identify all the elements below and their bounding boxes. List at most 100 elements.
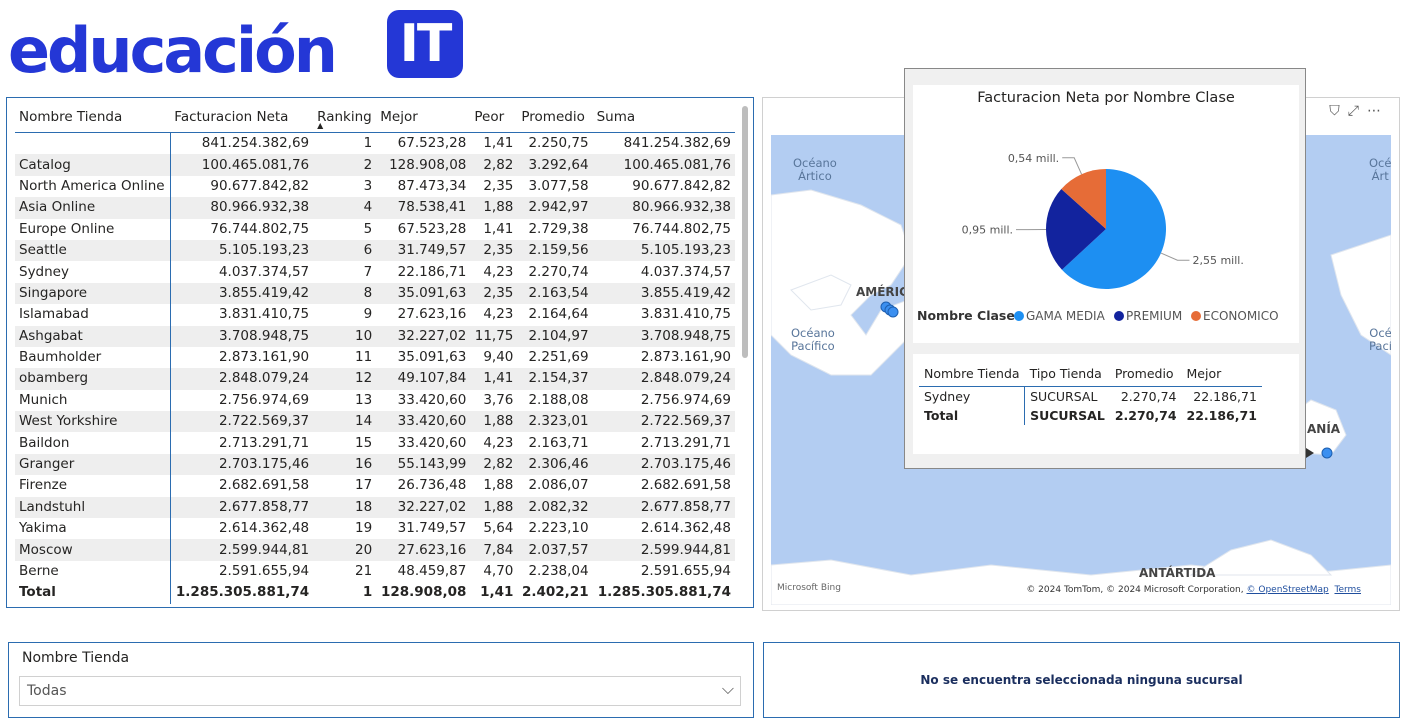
table-cell: 76.744.802,75	[632, 220, 731, 237]
table-cell: 2.873.161,90	[218, 349, 310, 366]
table-row[interactable]: obamberg 2.848.079,24 12 49.107,84 1,41 2.154…	[15, 368, 735, 390]
pie-leader-line	[1062, 157, 1082, 175]
table-row[interactable]: Sydney 4.037.374,57 7 22.186,71 4,23 2.270,74…	[15, 261, 735, 283]
visual-header-icons: ⛉⤢⋯	[1329, 103, 1389, 119]
table-row[interactable]: Seattle 5.105.193,23 6 31.749,57 2,35 2.159,5…	[15, 239, 735, 262]
table-row[interactable]: Singapore 3.855.419,42 8 35.091,63 2,35 2.163…	[15, 282, 735, 305]
table-cell: 5.105.193,23	[592, 239, 735, 262]
tooltip-column-header[interactable]: Mejor	[1181, 360, 1262, 387]
pie-leader-line	[1160, 252, 1190, 261]
table-cell: 4.037.374,57	[218, 263, 310, 280]
table-cell: Firenze	[15, 475, 171, 497]
table-cell: 3,76	[483, 391, 514, 408]
column-header[interactable]: Facturacion Neta	[170, 102, 314, 133]
table-cell: 2.591.655,94	[640, 563, 731, 579]
tooltip-column-header[interactable]: Nombre Tienda	[919, 360, 1025, 387]
table-cell: 2	[313, 154, 377, 176]
pie-data-label: 0,54 mill.	[1008, 152, 1059, 165]
table-cell: 2.164,64	[528, 306, 589, 323]
column-header-label: Nombre Tienda	[19, 109, 123, 125]
table-row[interactable]: Firenze 2.682.691,58 17 26.736,48 1,88 2.086,…	[15, 475, 735, 497]
table-cell: 15	[355, 434, 373, 451]
table-cell: 3.855.419,42	[170, 282, 314, 305]
table-cell: Yakima	[15, 518, 171, 540]
table-cell: 2.722.569,37	[170, 411, 314, 433]
table-cell: 841.254.382,69	[623, 135, 731, 152]
table-cell: 32.227,02	[376, 496, 471, 519]
column-header[interactable]: Promedio	[517, 102, 593, 133]
table-row[interactable]: Yakima 2.614.362,48 19 31.749,57 5,64 2.223,1…	[15, 518, 735, 540]
map-label-pacific-ocean: Océano Pacífico	[791, 326, 835, 353]
table-cell: 2.756.974,69	[640, 391, 731, 408]
tooltip-table-visual: Nombre Tienda Tipo Tienda Promedio Mejor Sy…	[913, 354, 1299, 454]
pie-chart-title: Facturacion Neta por Nombre Clase	[977, 90, 1235, 106]
table-cell: 4,23	[483, 306, 514, 323]
table-row[interactable]: Ashgabat 3.708.948,75 10 32.227,02 11,75 2.10…	[15, 325, 735, 347]
column-header[interactable]: Mejor	[376, 102, 471, 133]
table-cell: 12	[313, 368, 377, 390]
table-row[interactable]: 841.254.382,69 1 67.523,28 1,41 2.250,75 841.…	[15, 132, 735, 155]
table-cell: 26.736,48	[397, 477, 467, 494]
table-cell: 128.908,08	[376, 154, 471, 176]
table-row[interactable]: Baildon 2.713.291,71 15 33.420,60 4,23 2.163,…	[15, 432, 735, 454]
focus-mode-icon[interactable]: ⤢	[1348, 103, 1367, 119]
table-row[interactable]: West Yorkshire 2.722.569,37 14 33.420,60 1,8…	[15, 411, 735, 433]
column-header[interactable]: Suma	[592, 102, 735, 133]
table-scrollbar[interactable]	[742, 106, 748, 358]
tooltip-cell: 2.270,74	[1120, 389, 1177, 404]
table-row[interactable]: Asia Online 80.966.932,38 4 78.538,41 1,88 2.…	[15, 197, 735, 219]
table-cell: 2.154,37	[517, 368, 593, 390]
legend-item[interactable]: ECONOMICO	[1203, 309, 1279, 323]
table-row[interactable]: Landstuhl 2.677.858,77 18 32.227,02 1,88 2.08…	[15, 496, 735, 519]
table-cell: Baildon	[15, 432, 171, 454]
slicer-dropdown[interactable]: Todas ⌵	[19, 676, 741, 706]
legend-marker	[1014, 311, 1024, 321]
table-cell: 16	[313, 453, 377, 476]
table-cell: 5,64	[483, 520, 514, 537]
table-row[interactable]: Catalog 100.465.081,76 2 128.908,08 2,82 3.29…	[15, 154, 735, 176]
table-cell: 55.143,99	[376, 453, 471, 476]
table-header-row: Nombre Tienda Facturacion Neta Ranking ▲ Mej…	[15, 102, 735, 133]
table-row[interactable]: Munich 2.756.974,69 13 33.420,60 3,76 2.188,0…	[15, 389, 735, 412]
pie-data-label: 0,95 mill.	[962, 224, 1013, 237]
map-label-ocean-right: Océ Pací	[1369, 326, 1391, 353]
legend-item[interactable]: PREMIUM	[1126, 309, 1182, 323]
table-row[interactable]: North America Online 90.677.842,82 3 87.473…	[15, 175, 735, 198]
table-cell: 9,40	[483, 349, 514, 366]
table-row[interactable]: Islamabad 3.831.410,75 9 27.623,16 4,23 2.164…	[15, 304, 735, 326]
column-header[interactable]: Nombre Tienda	[15, 102, 171, 133]
table-cell: 9	[363, 306, 373, 323]
tooltip-column-header[interactable]: Promedio	[1109, 360, 1182, 387]
table-cell: 1	[362, 584, 373, 601]
table-cell: 4,23	[483, 263, 514, 280]
table-total-row[interactable]: Total 1.285.305.881,74 1 128.908,08 1,41 2.40…	[15, 582, 735, 604]
table-cell: 21	[355, 563, 373, 579]
table-cell: 2,35	[470, 239, 518, 262]
table-cell: 4	[313, 197, 377, 219]
table-row[interactable]: Berne 2.591.655,94 21 48.459,87 4,70 2.238,04…	[15, 560, 735, 583]
tooltip-table-header: Nombre Tienda Tipo Tienda Promedio Mejor	[919, 360, 1262, 387]
terms-link[interactable]: Terms	[1334, 585, 1361, 595]
table-cell: 1,41	[480, 584, 514, 601]
tooltip-cell: SUCURSAL	[1030, 408, 1105, 423]
chevron-down-icon[interactable]: ⌵	[722, 679, 734, 699]
column-header[interactable]: Peor	[470, 102, 518, 133]
map-label-oceania: ANÍA	[1307, 422, 1341, 436]
table-cell: 22.186,71	[397, 263, 467, 280]
legend-item[interactable]: GAMA MEDIA	[1026, 309, 1106, 323]
column-header[interactable]: Ranking ▲	[313, 102, 377, 133]
more-options-icon[interactable]: ⋯	[1367, 103, 1389, 119]
bing-attribution: Microsoft Bing	[777, 583, 841, 593]
tooltip-column-header[interactable]: Tipo Tienda	[1024, 360, 1110, 387]
filter-icon[interactable]: ⛉	[1329, 103, 1348, 119]
stores-table: Nombre Tienda Facturacion Neta Ranking ▲ Mej…	[15, 102, 735, 604]
table-cell: 13	[355, 391, 373, 408]
openstreetmap-link[interactable]: © OpenStreetMap	[1247, 585, 1329, 595]
table-row[interactable]: Europe Online 76.744.802,75 5 67.523,28 1,41…	[15, 218, 735, 240]
table-row[interactable]: Granger 2.703.175,46 16 55.143,99 2,82 2.306,…	[15, 453, 735, 476]
table-cell: 2.188,08	[528, 391, 589, 408]
table-cell: 11,75	[470, 325, 518, 347]
table-row[interactable]: Baumholder 2.873.161,90 11 35.091,63 9,40 2.2…	[15, 346, 735, 369]
tooltip-cell: SUCURSAL	[1030, 389, 1098, 404]
table-row[interactable]: Moscow 2.599.944,81 20 27.623,16 7,84 2.037,5…	[15, 539, 735, 561]
